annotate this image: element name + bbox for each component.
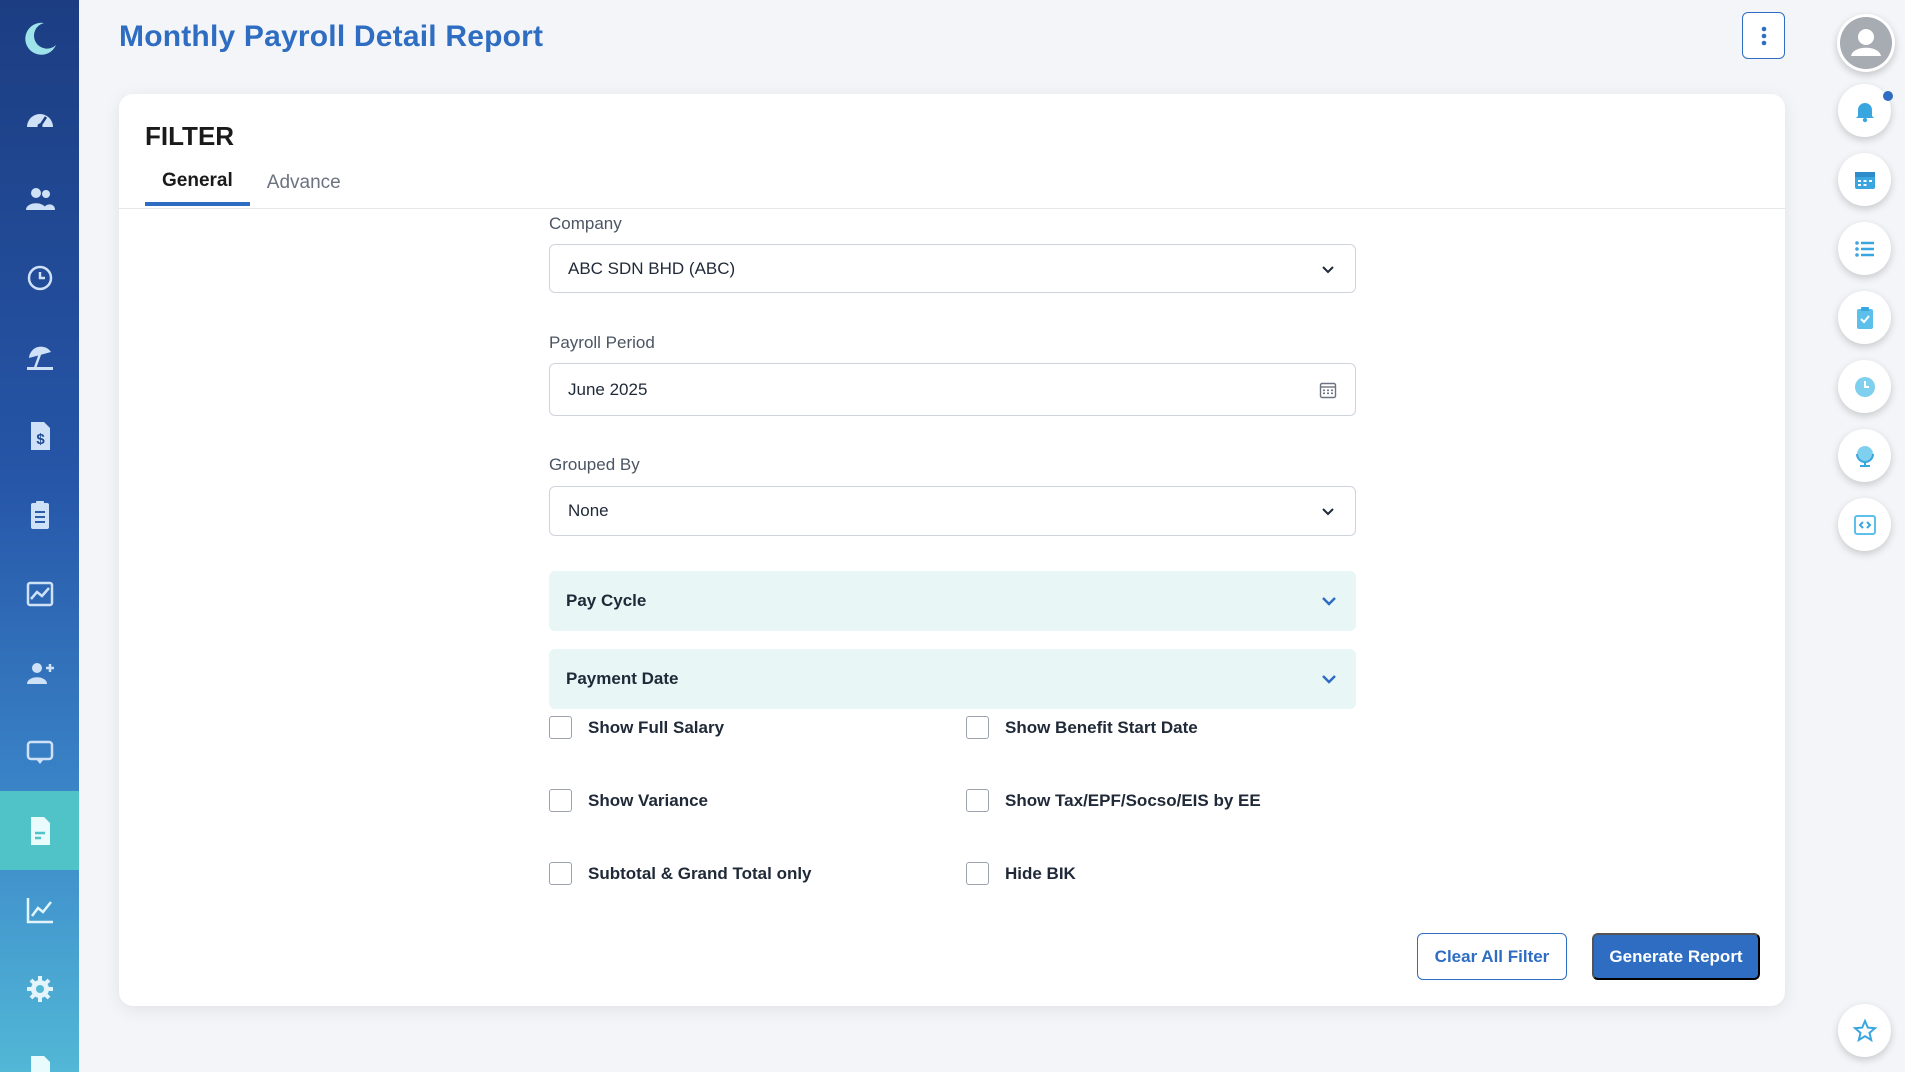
settings-icon bbox=[26, 975, 53, 1002]
grouped-by-label: Grouped By bbox=[549, 455, 640, 474]
analytics-icon bbox=[26, 581, 53, 606]
more-options-button[interactable] bbox=[1742, 12, 1785, 59]
chevron-down-icon bbox=[1322, 675, 1336, 684]
add-user-icon bbox=[26, 662, 54, 684]
approvals-button[interactable] bbox=[1838, 291, 1891, 344]
sidebar-item-chart[interactable] bbox=[0, 870, 79, 949]
sidebar-item-payroll[interactable]: $ bbox=[0, 396, 79, 475]
claims-icon bbox=[30, 500, 49, 529]
calendar-button[interactable] bbox=[1838, 153, 1891, 206]
sidebar-item-document[interactable] bbox=[0, 1028, 79, 1072]
payroll-period-value: June 2025 bbox=[568, 379, 648, 399]
checkbox-label: Show Tax/EPF/Socso/EIS by EE bbox=[1005, 790, 1261, 810]
sidebar-item-claims[interactable] bbox=[0, 475, 79, 554]
checkbox-box[interactable] bbox=[966, 716, 989, 739]
kebab-menu-icon bbox=[1761, 26, 1766, 45]
chevron-down-icon bbox=[1322, 508, 1334, 516]
svg-text:$: $ bbox=[36, 431, 45, 448]
star-icon bbox=[1852, 1017, 1877, 1042]
checkbox-label: Hide BIK bbox=[1005, 863, 1076, 883]
chart-icon bbox=[26, 897, 53, 923]
sidebar-item-analytics[interactable] bbox=[0, 554, 79, 633]
subtotal-grand-total-checkbox[interactable]: Subtotal & Grand Total only bbox=[549, 862, 812, 885]
show-benefit-start-date-checkbox[interactable]: Show Benefit Start Date bbox=[966, 716, 1198, 739]
leave-icon bbox=[26, 346, 53, 370]
sidebar-item-employees[interactable] bbox=[0, 159, 79, 238]
payment-date-accordion[interactable]: Payment Date bbox=[549, 649, 1356, 709]
reports-icon bbox=[30, 816, 50, 845]
favorites-button[interactable] bbox=[1838, 1004, 1891, 1057]
notifications-button[interactable] bbox=[1838, 84, 1891, 137]
globe-button[interactable] bbox=[1838, 429, 1891, 482]
payroll-icon: $ bbox=[30, 421, 50, 450]
dashboard-icon bbox=[26, 113, 53, 128]
payroll-period-label: Payroll Period bbox=[549, 333, 655, 352]
checkbox-label: Show Benefit Start Date bbox=[1005, 717, 1198, 737]
show-full-salary-checkbox[interactable]: Show Full Salary bbox=[549, 716, 724, 739]
sidebar-item-leave[interactable] bbox=[0, 317, 79, 396]
company-value: ABC SDN BHD (ABC) bbox=[568, 258, 736, 278]
generate-report-button[interactable]: Generate Report bbox=[1592, 933, 1760, 980]
pay-cycle-label: Pay Cycle bbox=[566, 591, 647, 610]
show-variance-checkbox[interactable]: Show Variance bbox=[549, 789, 708, 812]
history-icon bbox=[27, 265, 52, 290]
document-icon bbox=[30, 1056, 50, 1072]
sidebar-item-add-user[interactable] bbox=[0, 633, 79, 712]
app-logo-icon[interactable] bbox=[0, 12, 79, 66]
list-icon bbox=[1854, 240, 1874, 257]
filter-tabs: General Advance bbox=[145, 160, 358, 206]
left-sidebar: $ bbox=[0, 0, 79, 1072]
tasks-list-button[interactable] bbox=[1838, 222, 1891, 275]
checkbox-label: Subtotal & Grand Total only bbox=[588, 863, 812, 883]
checkbox-box[interactable] bbox=[966, 862, 989, 885]
grouped-by-value: None bbox=[568, 501, 609, 520]
pay-cycle-accordion[interactable]: Pay Cycle bbox=[549, 571, 1356, 631]
bell-icon bbox=[1855, 102, 1874, 122]
tab-divider bbox=[119, 208, 1785, 209]
user-avatar[interactable] bbox=[1837, 14, 1895, 72]
hide-bik-checkbox[interactable]: Hide BIK bbox=[966, 862, 1076, 885]
sidebar-item-presentation[interactable] bbox=[0, 712, 79, 791]
page-title: Monthly Payroll Detail Report bbox=[119, 20, 544, 53]
checkbox-box[interactable] bbox=[966, 789, 989, 812]
employees-icon bbox=[25, 187, 55, 210]
company-select[interactable]: ABC SDN BHD (ABC) bbox=[549, 244, 1356, 293]
user-avatar-icon bbox=[1840, 17, 1892, 69]
grouped-by-select[interactable]: None bbox=[549, 486, 1356, 536]
show-tax-epf-socso-eis-checkbox[interactable]: Show Tax/EPF/Socso/EIS by EE bbox=[966, 789, 1261, 812]
sidebar-item-dashboard[interactable] bbox=[0, 80, 79, 159]
tab-general[interactable]: General bbox=[145, 160, 250, 206]
clipboard-check-icon bbox=[1856, 306, 1873, 329]
checkbox-box[interactable] bbox=[549, 862, 572, 885]
company-label: Company bbox=[549, 214, 622, 233]
attendance-button[interactable] bbox=[1838, 360, 1891, 413]
checkbox-box[interactable] bbox=[549, 789, 572, 812]
clock-icon bbox=[1854, 376, 1875, 397]
chevron-down-icon bbox=[1322, 265, 1334, 273]
checkbox-label: Show Variance bbox=[588, 790, 708, 810]
sidebar-item-history[interactable] bbox=[0, 238, 79, 317]
checkbox-box[interactable] bbox=[549, 716, 572, 739]
sidebar-item-settings[interactable] bbox=[0, 949, 79, 1028]
filter-card: FILTER General Advance Company ABC SDN B… bbox=[119, 94, 1785, 1006]
sidebar-item-reports[interactable] bbox=[0, 791, 79, 870]
payroll-period-input[interactable]: June 2025 bbox=[549, 363, 1356, 416]
calendar-picker-icon[interactable] bbox=[1319, 381, 1337, 399]
tab-advance[interactable]: Advance bbox=[250, 160, 358, 206]
payment-date-label: Payment Date bbox=[566, 669, 679, 688]
presentation-icon bbox=[26, 740, 53, 764]
clear-all-filter-button[interactable]: Clear All Filter bbox=[1417, 933, 1567, 980]
notification-badge bbox=[1883, 91, 1893, 101]
embed-code-button[interactable] bbox=[1838, 498, 1891, 551]
globe-icon bbox=[1855, 445, 1874, 467]
checkbox-label: Show Full Salary bbox=[588, 717, 725, 737]
calendar-icon bbox=[1854, 171, 1875, 189]
filter-title: FILTER bbox=[145, 121, 235, 151]
code-icon bbox=[1853, 514, 1876, 535]
chevron-down-icon bbox=[1322, 597, 1336, 606]
